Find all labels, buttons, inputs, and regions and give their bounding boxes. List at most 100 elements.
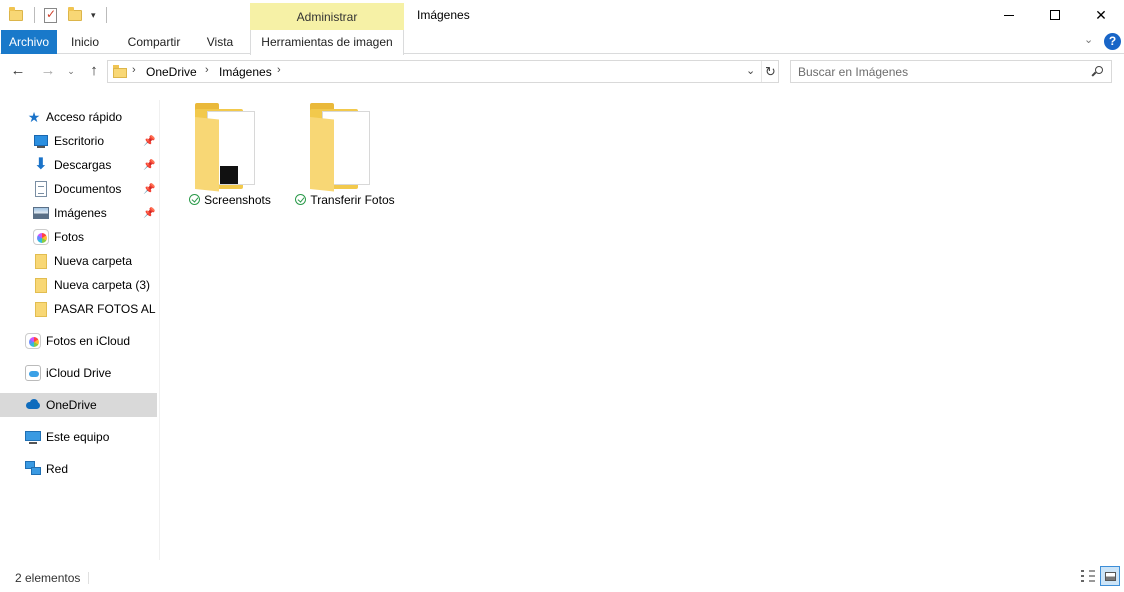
status-bar: 2 elementos xyxy=(0,566,1124,588)
tab-vista[interactable]: Vista xyxy=(198,30,242,54)
nav-item-este-equipo[interactable]: Este equipo xyxy=(0,425,157,449)
folder-icon xyxy=(195,103,265,192)
nav-item-label: Escritorio xyxy=(54,134,105,148)
nav-item-label: Nueva carpeta (3) xyxy=(54,278,151,292)
help-button[interactable]: ? xyxy=(1104,33,1121,50)
quick-access-toolbar: ▾ xyxy=(8,5,107,25)
address-bar[interactable]: › OneDrive › Imágenes › ⌄ ↻ xyxy=(107,60,779,83)
details-view-icon[interactable] xyxy=(1078,566,1098,586)
folder-icon xyxy=(310,103,380,192)
recent-locations-chevron-icon[interactable]: ⌄ xyxy=(64,61,78,81)
forward-arrow-icon[interactable]: → xyxy=(38,61,58,81)
tab-compartir[interactable]: Compartir xyxy=(118,30,190,54)
new-folder-icon[interactable] xyxy=(67,7,83,23)
documents-icon xyxy=(33,181,49,197)
nav-item-label: Documentos xyxy=(54,182,122,196)
nav-item-label: OneDrive xyxy=(46,398,97,412)
downloads-icon: ⬇ xyxy=(34,156,48,173)
nav-item-label: iCloud Drive xyxy=(46,366,112,380)
pictures-icon xyxy=(33,205,49,221)
nav-item-nueva-carpeta[interactable]: Nueva carpeta xyxy=(0,249,157,273)
nav-item-imagenes[interactable]: Imágenes 📌 xyxy=(0,201,157,225)
nav-item-label: Fotos xyxy=(54,230,85,244)
pin-icon[interactable]: 📌 xyxy=(143,160,155,171)
qat-divider xyxy=(105,7,107,23)
nav-item-label: Fotos en iCloud xyxy=(46,334,131,348)
nav-item-documentos[interactable]: Documentos 📌 xyxy=(0,177,157,201)
close-icon: ✕ xyxy=(1095,6,1107,23)
item-count: 2 elementos xyxy=(15,571,81,585)
search-placeholder: Buscar en Imágenes xyxy=(798,65,909,79)
pin-icon[interactable]: 📌 xyxy=(143,184,155,195)
address-history-dropdown-icon[interactable]: ⌄ xyxy=(746,64,755,77)
expand-ribbon-chevron-icon[interactable]: ⌄ xyxy=(1084,33,1093,46)
pin-icon[interactable]: 📌 xyxy=(143,136,155,147)
tab-herramientas-de-imagen[interactable]: Herramientas de imagen xyxy=(250,30,404,55)
nav-item-icloud-drive[interactable]: iCloud Drive xyxy=(0,361,157,385)
sync-status-icon xyxy=(189,194,201,205)
nav-item-label: Este equipo xyxy=(46,430,110,444)
close-button[interactable]: ✕ xyxy=(1078,0,1124,30)
maximize-button[interactable] xyxy=(1032,0,1078,30)
back-arrow-icon[interactable]: ← xyxy=(8,61,28,81)
this-pc-icon xyxy=(25,429,41,445)
breadcrumb-chevron-icon[interactable]: › xyxy=(277,64,281,76)
ribbon-tabs: Archivo Inicio Compartir Vista Herramien… xyxy=(0,30,1124,55)
folder-label: Transferir Fotos xyxy=(290,193,400,207)
pin-icon[interactable]: 📌 xyxy=(143,208,155,219)
search-box[interactable]: Buscar en Imágenes xyxy=(790,60,1112,83)
nav-item-pasar-fotos[interactable]: PASAR FOTOS AL IP xyxy=(0,297,157,321)
folder-label: Screenshots xyxy=(175,193,285,207)
sync-status-icon xyxy=(295,194,307,205)
nav-item-escritorio[interactable]: Escritorio 📌 xyxy=(0,129,157,153)
folder-icon xyxy=(33,277,49,293)
nav-item-fotos-en-icloud[interactable]: Fotos en iCloud xyxy=(0,329,157,353)
folder-icon[interactable] xyxy=(8,7,24,23)
nav-item-label: Nueva carpeta xyxy=(54,254,133,268)
breadcrumb-imagenes[interactable]: Imágenes xyxy=(219,65,272,79)
nav-item-red[interactable]: Red xyxy=(0,457,157,481)
window-title: Imágenes xyxy=(417,8,470,22)
star-icon: ★ xyxy=(27,109,41,125)
qat-divider xyxy=(34,7,35,23)
onedrive-icon xyxy=(25,397,41,413)
icloud-photos-icon xyxy=(25,333,41,349)
minimize-button[interactable] xyxy=(986,0,1032,30)
navigation-pane: ★ Acceso rápido Escritorio 📌 ⬇ Descargas… xyxy=(0,100,160,560)
breadcrumb-chevron-icon[interactable]: › xyxy=(205,64,209,76)
refresh-icon[interactable]: ↻ xyxy=(761,61,779,82)
network-icon xyxy=(25,461,41,477)
breadcrumb-onedrive[interactable]: OneDrive xyxy=(146,65,197,79)
status-divider xyxy=(88,572,89,584)
search-icon[interactable] xyxy=(1091,66,1103,77)
tab-inicio[interactable]: Inicio xyxy=(62,30,108,54)
nav-item-label: Red xyxy=(46,462,69,476)
nav-item-label: Imágenes xyxy=(54,206,107,220)
icloud-drive-icon xyxy=(25,365,41,381)
nav-item-onedrive[interactable]: OneDrive xyxy=(0,393,157,417)
maximize-icon xyxy=(1050,10,1060,20)
folder-icon xyxy=(33,301,49,317)
folder-item-transferir-fotos[interactable]: Transferir Fotos xyxy=(290,103,400,213)
properties-icon[interactable] xyxy=(43,7,59,23)
photos-icon xyxy=(33,229,49,245)
large-icons-view-icon[interactable] xyxy=(1100,566,1120,586)
folder-icon xyxy=(33,253,49,269)
title-bar: ▾ Administrar Imágenes ✕ xyxy=(0,0,1124,30)
desktop-icon xyxy=(33,133,49,149)
nav-item-acceso-rapido[interactable]: ★ Acceso rápido xyxy=(0,105,157,129)
breadcrumb-chevron-icon[interactable]: › xyxy=(132,64,136,76)
nav-item-label: PASAR FOTOS AL IP xyxy=(54,302,157,316)
customize-dropdown-icon[interactable]: ▾ xyxy=(91,10,96,21)
up-arrow-icon[interactable]: ↑ xyxy=(84,61,104,81)
nav-item-fotos[interactable]: Fotos xyxy=(0,225,157,249)
nav-item-label: Acceso rápido xyxy=(46,110,123,124)
nav-item-descargas[interactable]: ⬇ Descargas 📌 xyxy=(0,153,157,177)
nav-item-nueva-carpeta-3[interactable]: Nueva carpeta (3) xyxy=(0,273,157,297)
context-group-administrar: Administrar xyxy=(250,3,404,30)
folder-item-screenshots[interactable]: Screenshots xyxy=(175,103,285,213)
minimize-icon xyxy=(1004,14,1014,16)
nav-item-label: Descargas xyxy=(54,158,112,172)
tab-archivo[interactable]: Archivo xyxy=(1,30,57,54)
folder-icon xyxy=(113,65,127,78)
